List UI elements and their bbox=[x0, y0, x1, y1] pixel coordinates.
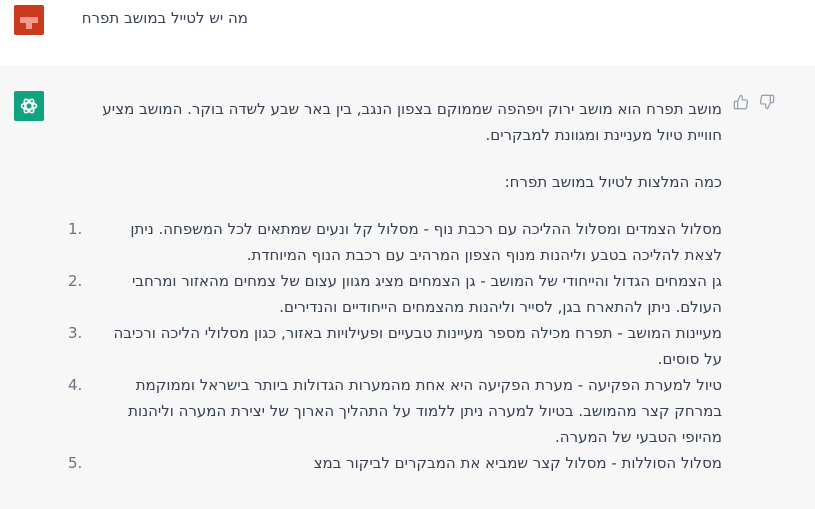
list-item-text: מסלול הסוללות - מסלול קצר שמביא את המבקר… bbox=[313, 454, 722, 472]
list-item: 2. גן הצמחים הגדול והייחודי של המושב - ג… bbox=[68, 268, 722, 320]
user-message-text: מה יש לטייל במושב תפרח bbox=[81, 9, 248, 27]
list-item: 3. מעיינות המושב - תפרח מכילה מספר מעיינ… bbox=[68, 320, 722, 372]
list-item-text: טיול למערת הפקיעה - מערת הפקיעה היא אחת … bbox=[128, 376, 722, 446]
assistant-message: מושב תפרח הוא מושב ירוק ויפהפה שממוקם בצ… bbox=[0, 66, 815, 509]
answer-list-heading: כמה המלצות לטיול במושב תפרח: bbox=[504, 173, 722, 191]
list-item-number: 5. bbox=[68, 454, 83, 472]
thumbs-down-icon[interactable] bbox=[759, 94, 775, 110]
list-item-text: מסלול הצמדים ומסלול ההליכה עם רכבת נוף -… bbox=[130, 220, 722, 264]
openai-logo-icon bbox=[14, 91, 44, 121]
list-item-text: גן הצמחים הגדול והייחודי של המושב - גן ה… bbox=[131, 272, 722, 316]
list-item-number: 4. bbox=[68, 376, 83, 394]
list-item: 5. מסלול הסוללות - מסלול קצר שמביא את המ… bbox=[68, 450, 722, 476]
list-item-number: 1. bbox=[68, 220, 83, 238]
answer-intro: מושב תפרח הוא מושב ירוק ויפהפה שממוקם בצ… bbox=[102, 100, 722, 144]
list-item: 1. מסלול הצמדים ומסלול ההליכה עם רכבת נו… bbox=[68, 216, 722, 268]
assistant-answer: מושב תפרח הוא מושב ירוק ויפהפה שממוקם בצ… bbox=[68, 96, 722, 476]
thumbs-up-icon[interactable] bbox=[733, 94, 749, 110]
list-item-number: 2. bbox=[68, 272, 83, 290]
list-item: 4. טיול למערת הפקיעה - מערת הפקיעה היא א… bbox=[68, 372, 722, 450]
feedback-buttons bbox=[733, 94, 775, 110]
recommendations-list: 1. מסלול הצמדים ומסלול ההליכה עם רכבת נו… bbox=[68, 216, 722, 476]
list-item-number: 3. bbox=[68, 324, 83, 342]
user-avatar-icon bbox=[14, 5, 44, 35]
list-item-text: מעיינות המושב - תפרח מכילה מספר מעיינות … bbox=[113, 324, 723, 368]
user-message: מה יש לטייל במושב תפרח bbox=[0, 0, 815, 67]
